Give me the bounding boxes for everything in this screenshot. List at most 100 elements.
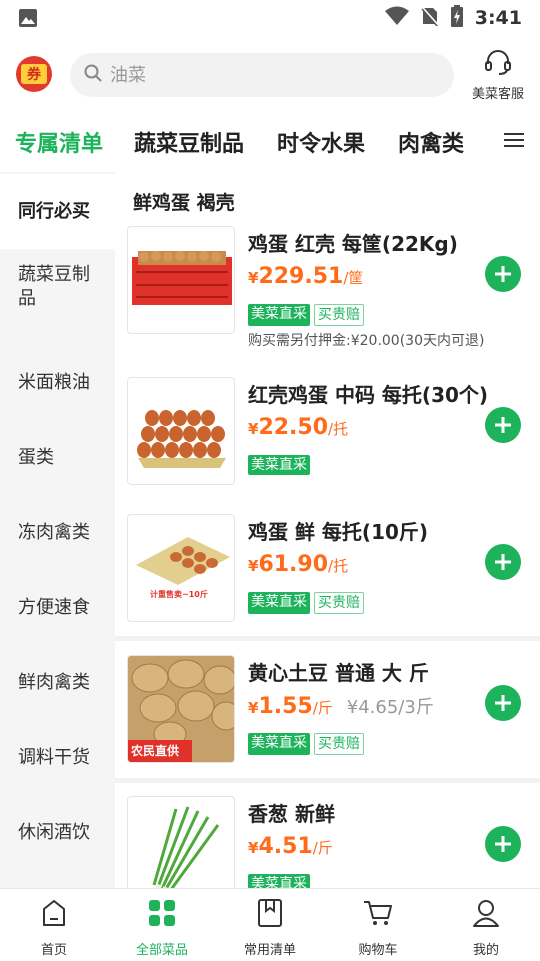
divider: [115, 636, 540, 641]
product-name: 黄心土豆 普通 大 斤: [248, 661, 429, 685]
product-list: 鲜鸡蛋 褐壳 鸡蛋 红壳 每筐(22Kg) ¥229.51/筐 美菜直采 买贵赔…: [115, 172, 540, 888]
sidebar-item-eggs[interactable]: 蛋类: [0, 420, 115, 495]
divider: [115, 778, 540, 783]
image-caption: 农民直供: [131, 744, 180, 758]
product-price: ¥4.51/斤: [248, 834, 333, 859]
category-menu-button[interactable]: [500, 128, 528, 156]
product-item[interactable]: 鸡蛋 红壳 每筐(22Kg) ¥229.51/筐 美菜直采 买贵赔 购买需另付押…: [115, 226, 540, 366]
product-price: ¥229.51/筐: [248, 264, 363, 289]
plus-icon: [495, 836, 511, 852]
product-tags: 美菜直采: [248, 874, 310, 888]
tab-fade: [480, 122, 492, 162]
menu-icon: [504, 132, 524, 152]
reference-price: ¥4.65/3斤: [346, 697, 434, 718]
price-unit: /托: [328, 420, 349, 438]
sidebar-item-frozen-meat[interactable]: 冻肉禽类: [0, 495, 115, 570]
product-name: 红壳鸡蛋 中码 每托(30个): [248, 383, 489, 407]
add-to-cart-button[interactable]: [485, 407, 521, 443]
tag-direct-purchase: 美菜直采: [248, 733, 310, 755]
nav-label: 购物车: [358, 943, 398, 958]
price-currency: ¥: [248, 699, 259, 717]
product-item[interactable]: 香葱 新鲜 ¥4.51/斤 美菜直采: [115, 796, 540, 888]
search-icon: [84, 64, 102, 86]
product-item[interactable]: 红壳鸡蛋 中码 每托(30个) ¥22.50/托 美菜直采: [115, 377, 540, 517]
tab-vegetables-tofu[interactable]: 蔬菜豆制品: [134, 126, 244, 158]
price-currency: ¥: [248, 557, 259, 575]
tag-price-guarantee: 买贵赔: [314, 304, 364, 326]
nav-cart[interactable]: 购物车: [324, 889, 432, 961]
header: 券 美菜客服: [0, 46, 540, 104]
sidebar-item-label: 调料干货: [18, 746, 90, 768]
sidebar-item-label: 米面粮油: [18, 371, 90, 393]
sidebar-item-snacks-drinks[interactable]: 休闲酒饮: [0, 795, 115, 870]
category-sidebar: 同行必买 蔬菜豆制品 米面粮油 蛋类 冻肉禽类 方便速食 鲜肉禽类 调料干货 休…: [0, 172, 115, 888]
add-to-cart-button[interactable]: [485, 685, 521, 721]
sidebar-item-fresh-meat[interactable]: 鲜肉禽类: [0, 645, 115, 720]
nav-home[interactable]: 首页: [0, 889, 108, 961]
price-unit: /筐: [343, 269, 364, 287]
product-name: 香葱 新鲜: [248, 802, 335, 826]
product-price: ¥61.90/托: [248, 552, 348, 577]
plus-icon: [495, 554, 511, 570]
product-price: ¥1.55/斤 ¥4.65/3斤: [248, 693, 434, 719]
add-to-cart-button[interactable]: [485, 826, 521, 862]
sidebar-item-rice-flour-oil[interactable]: 米面粮油: [0, 345, 115, 420]
product-tags: 美菜直采 买贵赔: [248, 592, 364, 614]
bookmark-icon: [254, 897, 286, 933]
home-icon: [38, 897, 70, 933]
product-tags: 美菜直采: [248, 455, 310, 475]
plus-icon: [495, 417, 511, 433]
plus-icon: [495, 266, 511, 282]
price-value: 22.50: [258, 415, 329, 440]
category-tabs: 专属清单 蔬菜豆制品 时令水果 肉禽类: [0, 118, 540, 170]
sidebar-item-label: 蔬菜豆制品: [18, 263, 90, 309]
nav-label: 首页: [40, 943, 67, 958]
status-time: 3:41: [474, 7, 522, 29]
add-to-cart-button[interactable]: [485, 256, 521, 292]
product-name: 鸡蛋 鲜 每托(10斤): [248, 520, 429, 544]
customer-service-button[interactable]: 美菜客服: [466, 46, 530, 104]
nav-label: 常用清单: [243, 943, 296, 958]
tag-price-guarantee: 买贵赔: [314, 592, 364, 614]
price-value: 229.51: [258, 264, 344, 289]
image-caption: 计重售卖~10斤: [150, 590, 208, 599]
product-item[interactable]: 计重售卖~10斤 鸡蛋 鲜 每托(10斤) ¥61.90/托 美菜直采 买贵赔: [115, 514, 540, 654]
sidebar-item-instant-food[interactable]: 方便速食: [0, 570, 115, 645]
grid-icon: [146, 897, 178, 933]
price-unit: /斤: [312, 699, 333, 717]
tab-exclusive-list[interactable]: 专属清单: [15, 126, 103, 158]
egg-tray-image: [127, 377, 235, 485]
add-to-cart-button[interactable]: [485, 544, 521, 580]
product-item[interactable]: 农民直供 黄心土豆 普通 大 斤 ¥1.55/斤 ¥4.65/3斤 美菜直采 买贵…: [115, 655, 540, 795]
price-value: 1.55: [258, 694, 313, 719]
profile-icon: [470, 897, 502, 933]
sidebar-item-seasonings[interactable]: 调料干货: [0, 720, 115, 795]
tab-seasonal-fruit[interactable]: 时令水果: [277, 126, 365, 158]
bottom-navigation: 首页 全部菜品 常用清单 购物车 我的: [0, 888, 540, 960]
price-value: 4.51: [258, 834, 313, 859]
price-value: 61.90: [258, 552, 329, 577]
tab-meat-poultry[interactable]: 肉禽类: [398, 126, 464, 158]
search-input[interactable]: [110, 64, 430, 86]
price-currency: ¥: [248, 420, 259, 438]
product-price: ¥22.50/托: [248, 415, 348, 440]
nav-all-products[interactable]: 全部菜品: [108, 889, 216, 961]
sidebar-item-label: 同行必买: [18, 200, 90, 222]
egg-crate-image: [127, 226, 235, 334]
no-sim-icon: [420, 6, 439, 30]
sidebar-item-vegetables-tofu[interactable]: 蔬菜豆制品: [0, 249, 115, 324]
price-unit: /托: [328, 557, 349, 575]
coupon-button[interactable]: 券: [16, 56, 52, 92]
section-title: 鲜鸡蛋 褐壳: [133, 192, 235, 214]
price-currency: ¥: [248, 269, 259, 287]
nav-profile[interactable]: 我的: [432, 889, 540, 961]
wifi-icon: [384, 6, 409, 30]
sidebar-item-peer-must-buy[interactable]: 同行必买: [0, 174, 115, 249]
search-bar[interactable]: [70, 53, 454, 97]
plus-icon: [495, 695, 511, 711]
nav-common-list[interactable]: 常用清单: [216, 889, 324, 961]
product-tags: 美菜直采 买贵赔: [248, 304, 364, 326]
deposit-note: 购买需另付押金:¥20.00(30天内可退): [248, 333, 485, 349]
price-currency: ¥: [248, 839, 259, 857]
product-tags: 美菜直采 买贵赔: [248, 733, 364, 755]
